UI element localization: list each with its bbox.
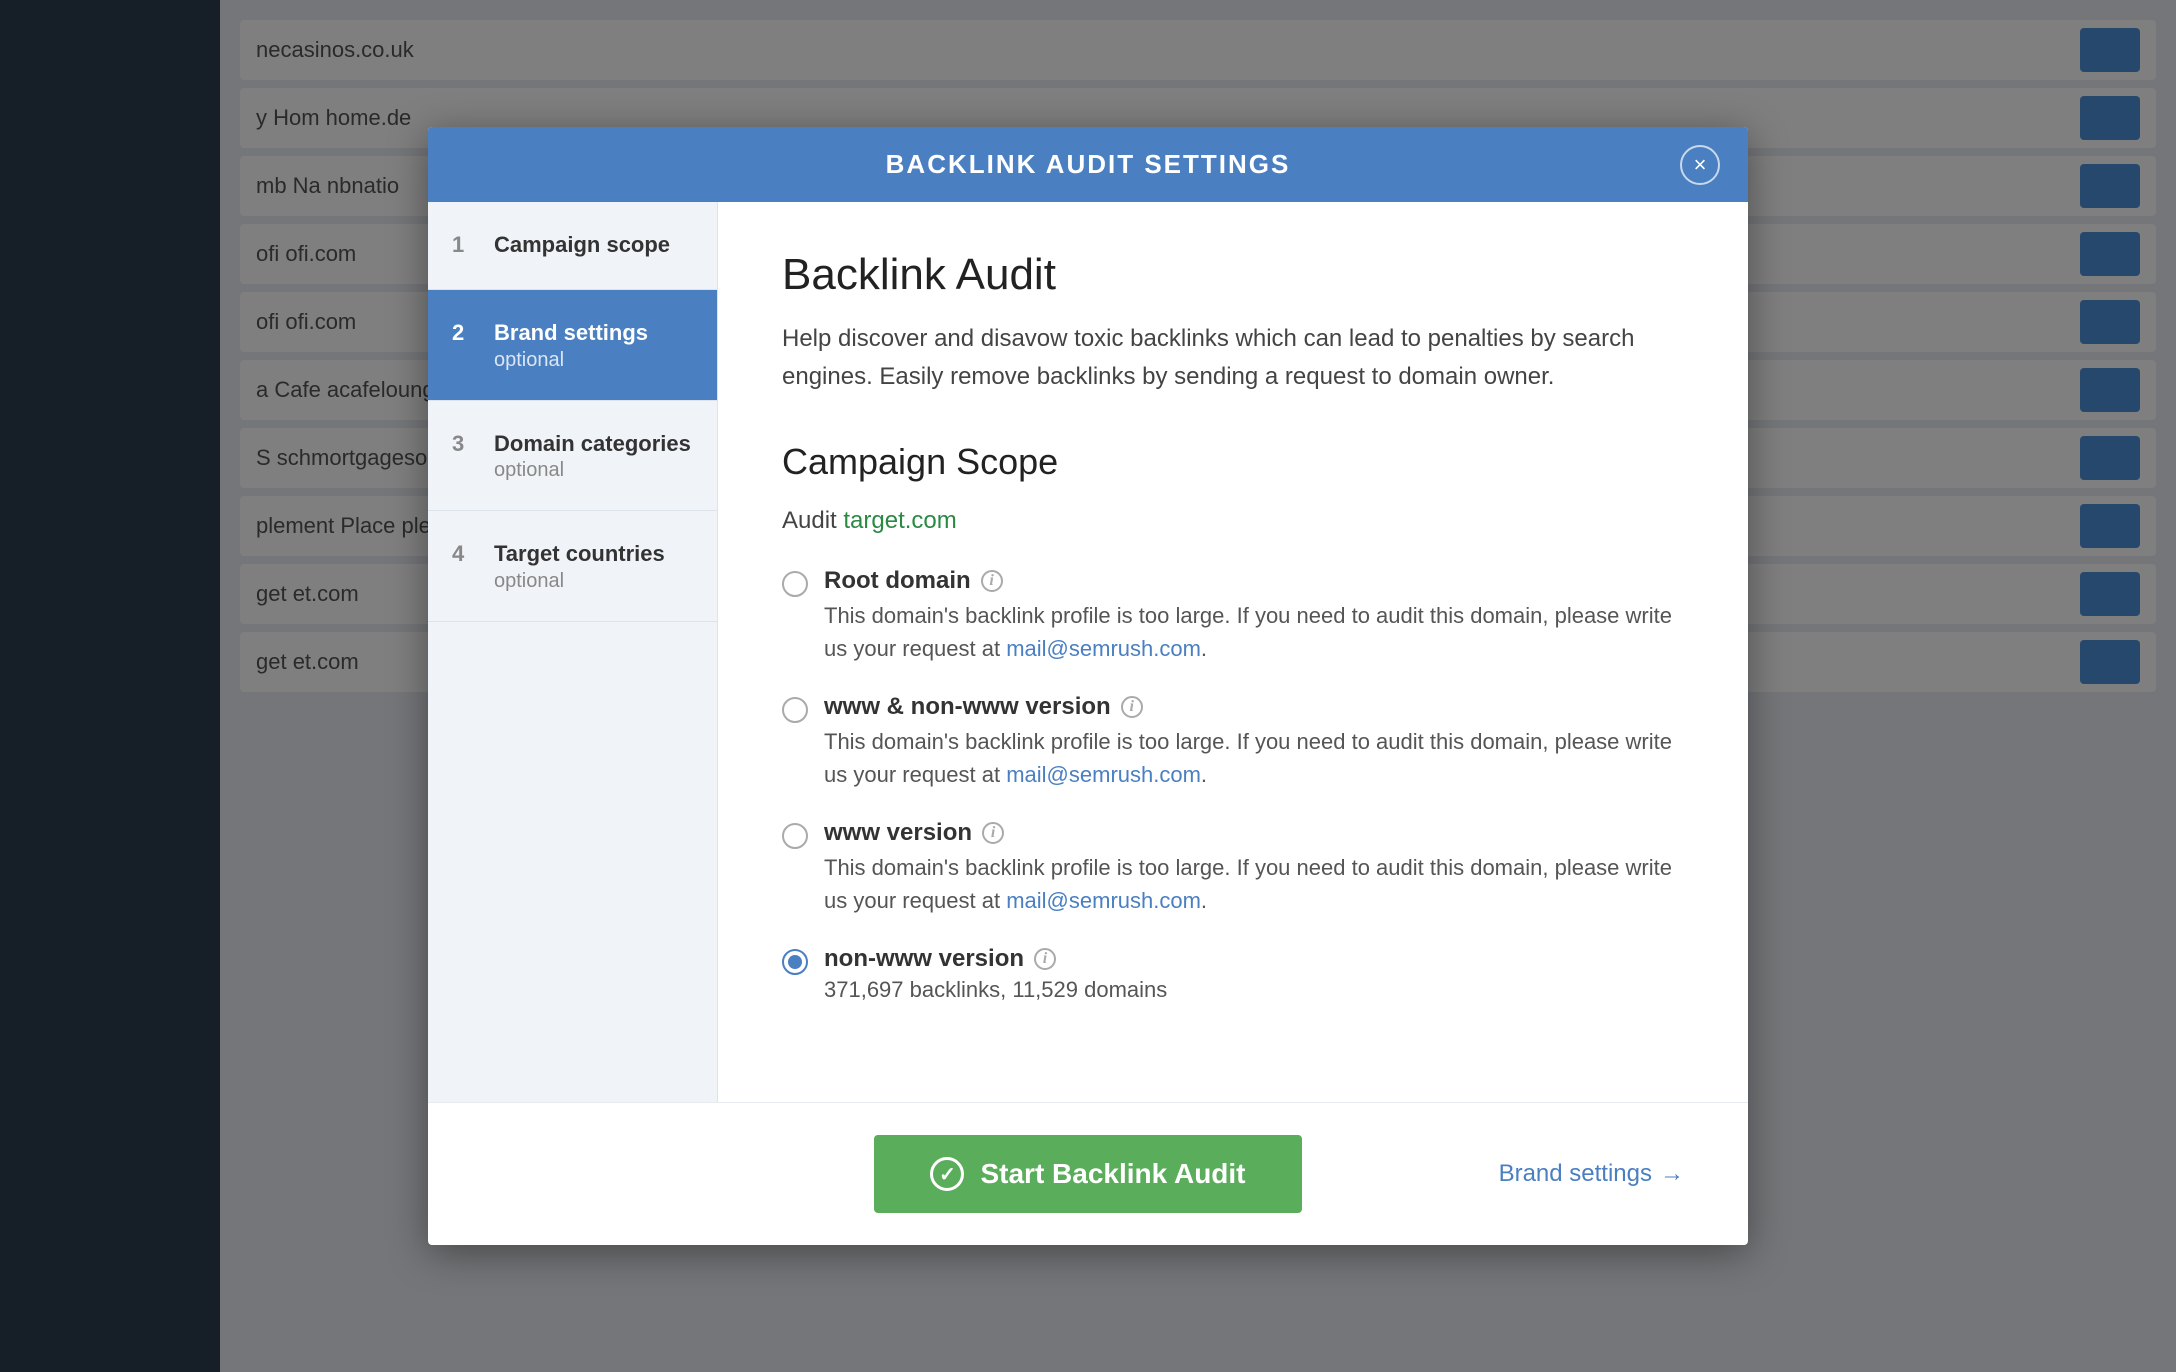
- nav-item-domain-categories[interactable]: 3 Domain categories optional: [428, 401, 717, 512]
- radio-input-www-version[interactable]: [782, 823, 808, 849]
- nav-item-label: Campaign scope: [494, 230, 670, 261]
- nav-item-sublabel: optional: [494, 459, 691, 482]
- radio-option-www-version[interactable]: www version i This domain's backlink pro…: [782, 819, 1684, 917]
- modal-overlay: BACKLINK AUDIT SETTINGS × 1 Campaign sco…: [0, 0, 2176, 1372]
- radio-count-non-www: 371,697 backlinks, 11,529 domains: [824, 977, 1167, 1003]
- modal-close-button[interactable]: ×: [1680, 145, 1720, 185]
- nav-item-number: 4: [452, 541, 476, 567]
- nav-item-number: 2: [452, 320, 476, 346]
- radio-desc-www-version: This domain's backlink profile is too la…: [824, 851, 1684, 917]
- campaign-scope-title: Campaign Scope: [782, 441, 1684, 483]
- start-audit-button[interactable]: ✓ Start Backlink Audit: [874, 1135, 1301, 1213]
- radio-desc-www-non-www: This domain's backlink profile is too la…: [824, 725, 1684, 791]
- info-icon-www-version[interactable]: i: [982, 822, 1004, 844]
- email-link-www-version[interactable]: mail@semrush.com: [1006, 888, 1201, 913]
- radio-option-www-non-www[interactable]: www & non-www version i This domain's ba…: [782, 693, 1684, 791]
- nav-item-label: Domain categories: [494, 429, 691, 460]
- modal-main-content: Backlink Audit Help discover and disavow…: [718, 202, 1748, 1102]
- nav-item-brand-settings[interactable]: 2 Brand settings optional: [428, 290, 717, 401]
- radio-label-non-www-version: non-www version i: [824, 945, 1167, 973]
- page-title: Backlink Audit: [782, 250, 1684, 300]
- email-link-root-domain[interactable]: mail@semrush.com: [1006, 636, 1201, 661]
- info-icon-www-non-www[interactable]: i: [1121, 696, 1143, 718]
- radio-option-non-www-version[interactable]: non-www version i 371,697 backlinks, 11,…: [782, 945, 1684, 1003]
- brand-settings-link[interactable]: Brand settings →: [1499, 1160, 1684, 1188]
- modal-header: BACKLINK AUDIT SETTINGS ×: [428, 127, 1748, 202]
- info-icon-root-domain[interactable]: i: [981, 570, 1003, 592]
- radio-desc-root-domain: This domain's backlink profile is too la…: [824, 599, 1684, 665]
- nav-item-label: Brand settings: [494, 318, 648, 349]
- start-audit-label: Start Backlink Audit: [980, 1158, 1245, 1190]
- radio-label-root-domain: Root domain i: [824, 567, 1684, 595]
- close-icon: ×: [1694, 154, 1707, 176]
- nav-item-number: 1: [452, 232, 476, 258]
- radio-input-www-non-www[interactable]: [782, 697, 808, 723]
- modal-body: 1 Campaign scope 2 Brand settings option…: [428, 202, 1748, 1102]
- nav-item-sublabel: optional: [494, 570, 665, 593]
- nav-item-target-countries[interactable]: 4 Target countries optional: [428, 511, 717, 622]
- arrow-right-icon: →: [1660, 1160, 1684, 1188]
- scope-radio-group: Root domain i This domain's backlink pro…: [782, 567, 1684, 1003]
- backlink-audit-modal: BACKLINK AUDIT SETTINGS × 1 Campaign sco…: [428, 127, 1748, 1245]
- page-description: Help discover and disavow toxic backlink…: [782, 320, 1684, 397]
- radio-label-www-non-www: www & non-www version i: [824, 693, 1684, 721]
- info-icon-non-www-version[interactable]: i: [1034, 948, 1056, 970]
- nav-item-label: Target countries: [494, 539, 665, 570]
- audit-domain-line: Audit target.com: [782, 507, 1684, 535]
- nav-item-sublabel: optional: [494, 349, 648, 372]
- modal-navigation: 1 Campaign scope 2 Brand settings option…: [428, 202, 718, 1102]
- nav-item-campaign-scope[interactable]: 1 Campaign scope: [428, 202, 717, 290]
- radio-option-root-domain[interactable]: Root domain i This domain's backlink pro…: [782, 567, 1684, 665]
- radio-input-root-domain[interactable]: [782, 571, 808, 597]
- modal-footer: ✓ Start Backlink Audit Brand settings →: [428, 1102, 1748, 1245]
- audit-domain-link[interactable]: target.com: [843, 507, 956, 534]
- radio-input-non-www-version[interactable]: [782, 949, 808, 975]
- email-link-www-non-www[interactable]: mail@semrush.com: [1006, 762, 1201, 787]
- radio-label-www-version: www version i: [824, 819, 1684, 847]
- checkmark-icon: ✓: [930, 1157, 964, 1191]
- audit-label: Audit: [782, 507, 837, 534]
- brand-settings-link-label: Brand settings: [1499, 1160, 1652, 1188]
- modal-header-title: BACKLINK AUDIT SETTINGS: [886, 149, 1291, 180]
- nav-item-number: 3: [452, 431, 476, 457]
